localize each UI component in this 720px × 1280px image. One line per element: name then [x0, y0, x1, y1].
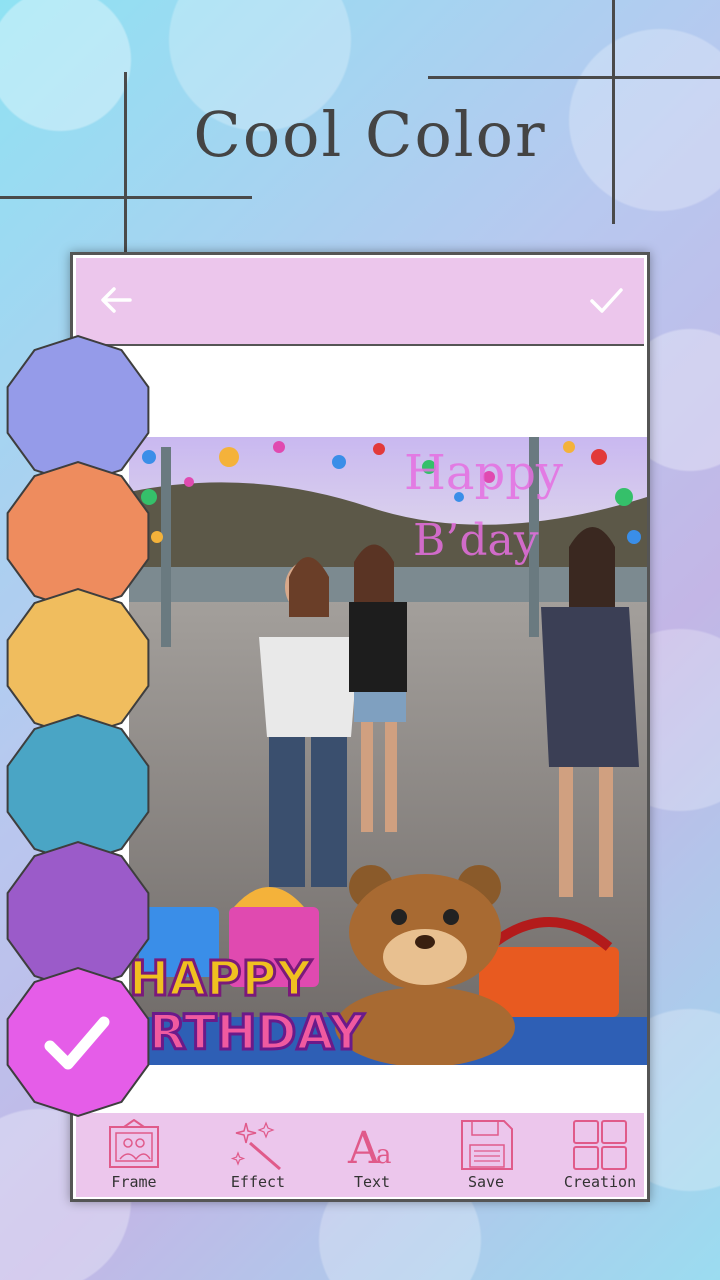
greeting-line2: B’day	[413, 515, 539, 566]
promo-title: Cool Color	[193, 98, 547, 171]
magic-wand-icon	[230, 1121, 281, 1171]
floppy-disk-icon	[461, 1120, 513, 1170]
tool-creation-label: Creation	[563, 1173, 637, 1191]
tool-save-label: Save	[467, 1173, 505, 1191]
tool-save[interactable]: Save	[436, 1119, 536, 1197]
deco-line-left-horizontal	[0, 196, 252, 199]
grid-icon	[573, 1120, 627, 1170]
tool-effect-label: Effect	[230, 1173, 286, 1191]
arrow-left-icon[interactable]	[96, 280, 136, 320]
frame-icon	[109, 1119, 159, 1168]
greeting-line1: Happy	[404, 445, 563, 501]
deco-line-right-horizontal	[428, 76, 720, 79]
color-swatch-6[interactable]	[2, 966, 154, 1118]
banner-line1: HAPPY	[129, 951, 313, 1007]
phone-screen: Happy B’day HAPPY RTHDAY Frame Effect A …	[70, 252, 650, 1202]
banner-line2: RTHDAY	[149, 1005, 365, 1061]
tool-effect[interactable]: Effect	[208, 1119, 308, 1197]
text-icon: A a	[347, 1123, 392, 1171]
tool-frame[interactable]: Frame	[84, 1119, 184, 1197]
bottom-toolbar: Frame Effect A a Text Save Creation	[76, 1113, 644, 1197]
tool-text-label: Text	[353, 1173, 391, 1191]
app-bar	[76, 258, 644, 346]
check-icon[interactable]	[586, 280, 626, 320]
edited-photo[interactable]: Happy B’day HAPPY RTHDAY	[129, 437, 647, 1065]
tool-creation[interactable]: Creation	[550, 1119, 650, 1197]
tool-text[interactable]: A a Text	[322, 1119, 422, 1197]
svg-text:a: a	[376, 1140, 392, 1170]
tool-frame-label: Frame	[111, 1173, 157, 1191]
